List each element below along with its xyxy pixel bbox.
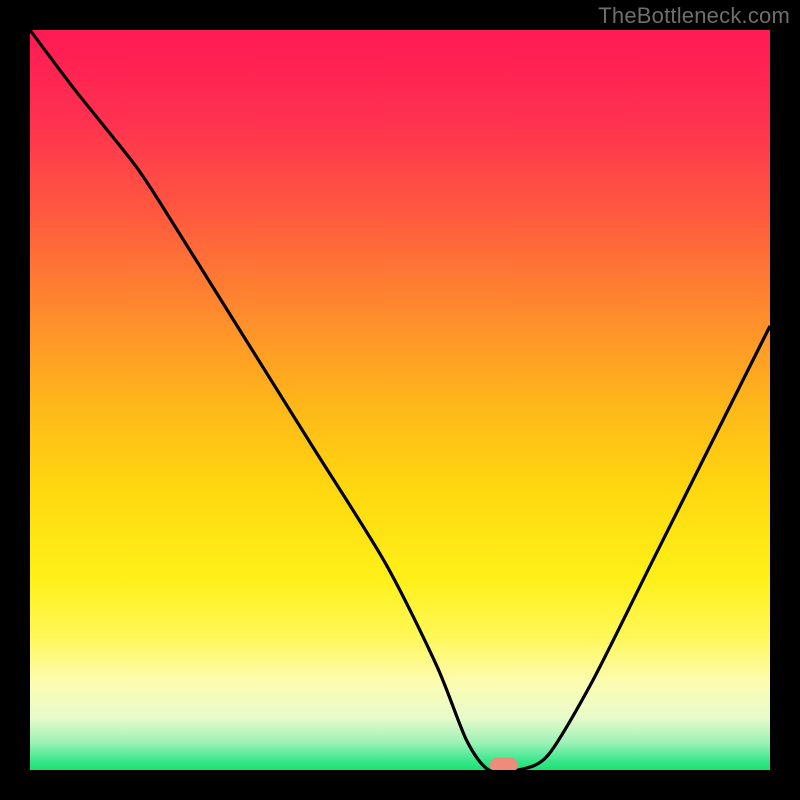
- bottleneck-curve: [30, 30, 770, 770]
- attribution-label: TheBottleneck.com: [598, 3, 790, 29]
- plot-area: [30, 30, 770, 770]
- optimal-marker: [490, 758, 518, 770]
- chart-stage: TheBottleneck.com: [0, 0, 800, 800]
- curve-layer: [30, 30, 770, 770]
